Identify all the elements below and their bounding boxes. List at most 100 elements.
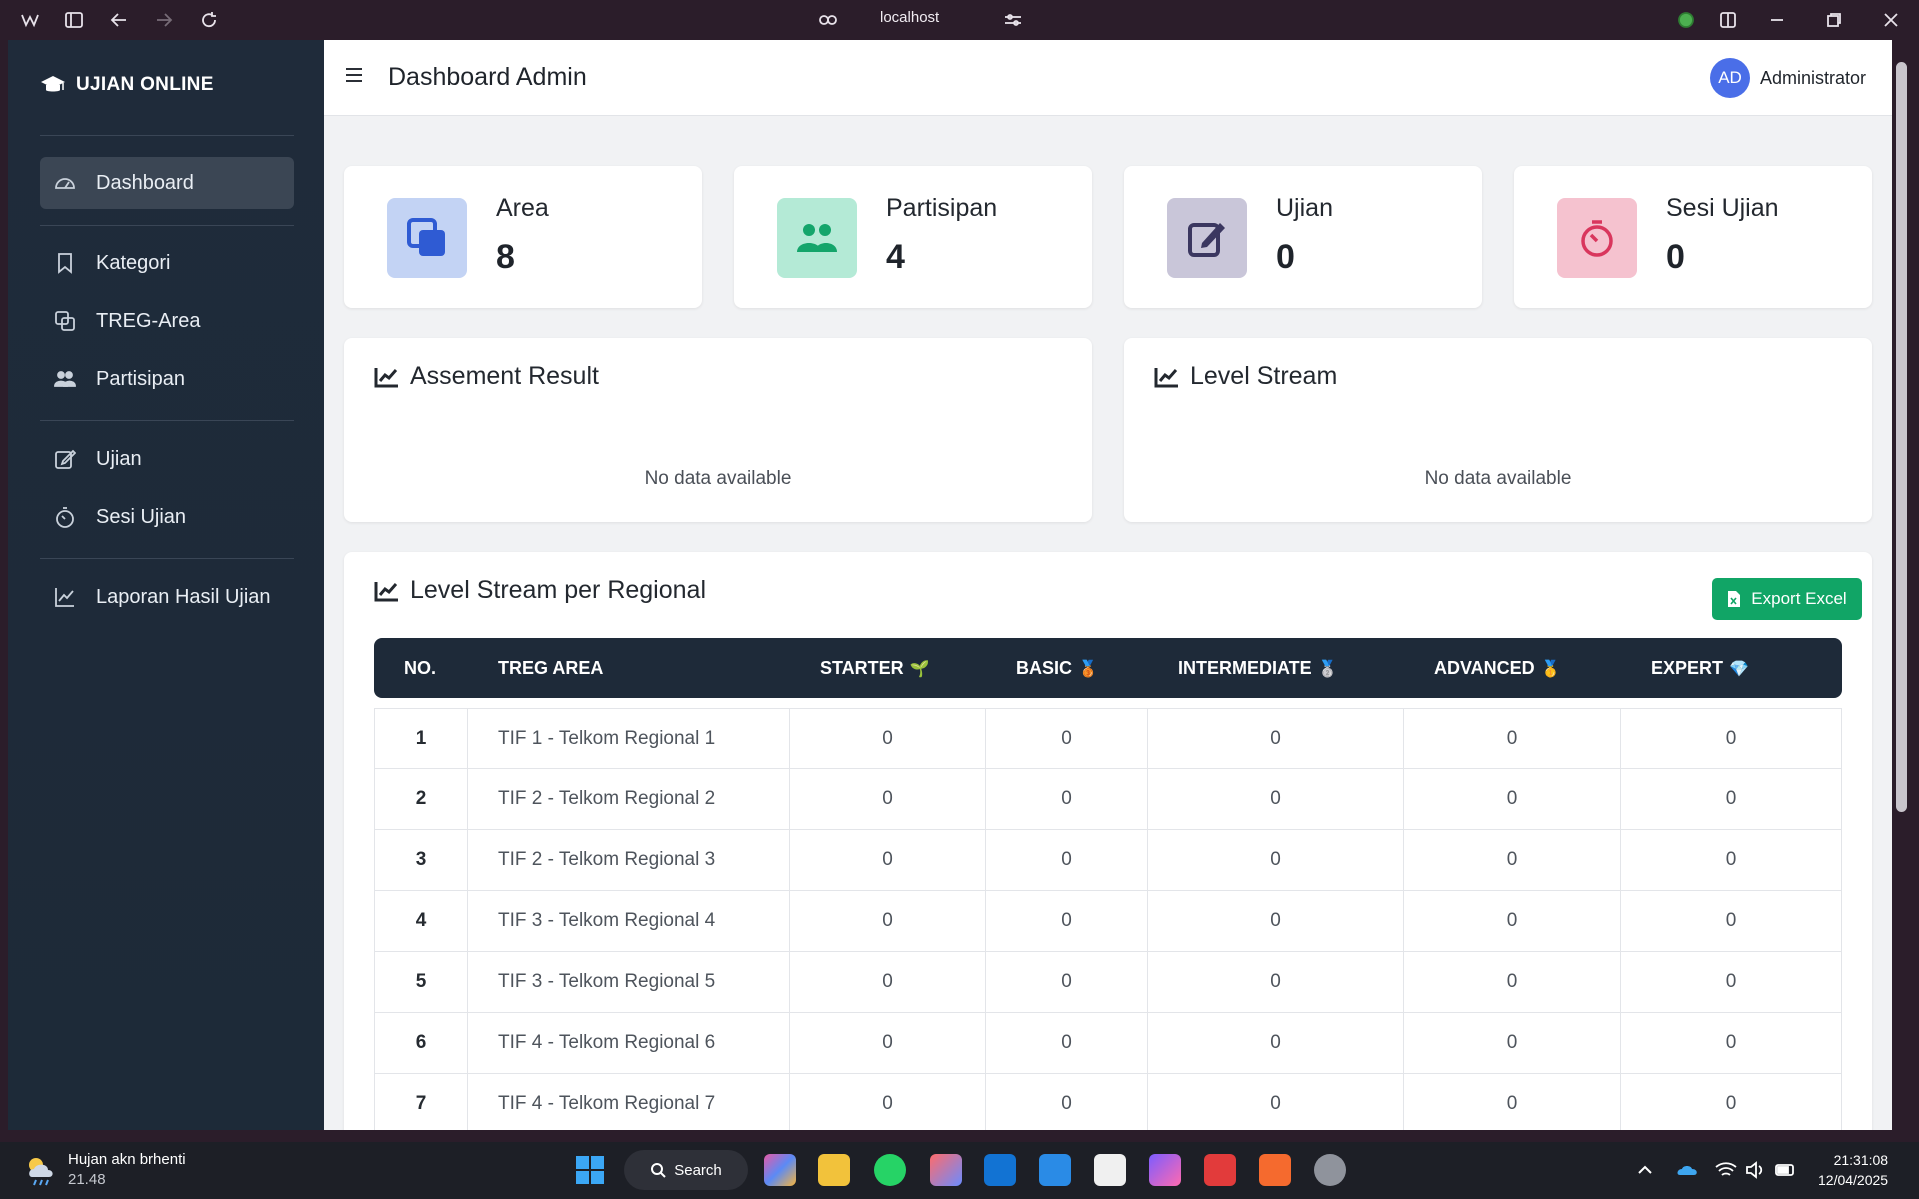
edit-icon <box>55 449 76 469</box>
chart-line-icon <box>1154 367 1178 387</box>
chart-line-icon <box>374 581 398 601</box>
browser-logo-icon[interactable] <box>18 8 42 32</box>
stat-card-sesi-ujian[interactable]: Sesi Ujian 0 <box>1514 166 1872 308</box>
sidebar-divider <box>40 225 294 226</box>
stat-value: 4 <box>886 238 905 276</box>
clock-date: 12/04/2025 <box>1818 1172 1889 1188</box>
xampp-icon[interactable] <box>1259 1154 1291 1186</box>
volume-icon[interactable] <box>1744 1154 1768 1186</box>
site-settings-icon[interactable] <box>1001 8 1025 32</box>
sidebar-item-kategori[interactable]: Kategori <box>40 237 294 289</box>
sidebar-divider <box>40 420 294 421</box>
onedrive-icon[interactable] <box>1676 1154 1700 1186</box>
column-header[interactable]: ADVANCED 🥇 <box>1404 638 1621 698</box>
taskbar-clock[interactable]: 21:31:08 12/04/2025 <box>1818 1150 1888 1190</box>
column-header[interactable]: INTERMEDIATE 🥈 <box>1148 638 1404 698</box>
edit-icon <box>1167 198 1247 278</box>
sidebar-item-label: Dashboard <box>96 171 194 194</box>
browser-app-icon[interactable] <box>930 1154 962 1186</box>
sidebar-item-treg-area[interactable]: TREG-Area <box>40 295 294 347</box>
bookmark-icon <box>58 253 72 274</box>
reload-icon[interactable] <box>197 8 221 32</box>
whatsapp-icon[interactable] <box>874 1154 906 1186</box>
file-explorer-icon[interactable] <box>818 1154 850 1186</box>
outlook-icon[interactable] <box>984 1154 1016 1186</box>
sidebar-item-partisipan[interactable]: Partisipan <box>40 353 294 405</box>
seedling-icon: 🌱 <box>909 660 930 678</box>
stat-card-partisipan[interactable]: Partisipan 4 <box>734 166 1092 308</box>
users-icon <box>54 371 76 387</box>
user-name[interactable]: Administrator <box>1760 68 1866 89</box>
table-row: 7 TIF 4 - Telkom Regional 7 0 0 0 0 0 <box>374 1074 1842 1130</box>
weather-widget[interactable]: Hujan akn brhenti 21.48 <box>24 1150 186 1190</box>
vscode-icon[interactable] <box>1039 1154 1071 1186</box>
stat-card-area[interactable]: Area 8 <box>344 166 702 308</box>
empty-state: No data available <box>644 468 792 489</box>
users-icon <box>777 198 857 278</box>
clone-icon <box>55 311 75 331</box>
sidebar-item-label: Laporan Hasil Ujian <box>96 585 271 608</box>
column-header[interactable]: STARTER 🌱 <box>790 638 986 698</box>
sidebar-divider <box>40 135 294 136</box>
settings-gear-icon[interactable] <box>1314 1154 1346 1186</box>
brand[interactable]: UJIAN ONLINE <box>40 74 214 96</box>
sidebar-divider <box>40 558 294 559</box>
os-taskbar: Hujan akn brhenti 21.48 Search 21:31:08 … <box>0 1142 1919 1199</box>
windows-start-icon[interactable] <box>574 1154 606 1186</box>
topbar: Dashboard Admin AD Administrator <box>324 40 1892 116</box>
table-header-row: NO. TREG AREA STARTER 🌱 BASIC 🥉 INTERMEDIA… <box>374 638 1842 698</box>
page-scrollbar[interactable] <box>1892 40 1911 1130</box>
file-excel-icon <box>1728 591 1741 607</box>
notion-icon[interactable] <box>1094 1154 1126 1186</box>
hamburger-icon[interactable] <box>344 66 366 88</box>
back-icon[interactable] <box>107 8 131 32</box>
scrollbar-thumb[interactable] <box>1896 62 1907 812</box>
table-row: 3 TIF 2 - Telkom Regional 3 0 0 0 0 0 <box>374 830 1842 891</box>
weather-value: 21.48 <box>68 1171 106 1188</box>
column-header[interactable]: TREG AREA <box>468 638 790 698</box>
card-title: Assement Result <box>410 362 599 390</box>
card-title: Level Stream per Regional <box>410 576 706 604</box>
copilot-icon[interactable] <box>764 1154 796 1186</box>
sidebar-item-label: Ujian <box>96 447 142 470</box>
regional-card: Level Stream per Regional Export Excel N… <box>344 552 1872 1130</box>
main-content: Dashboard Admin AD Administrator Area 8 … <box>324 40 1892 1130</box>
chevron-up-icon[interactable] <box>1635 1154 1659 1186</box>
taskbar-search-button[interactable]: Search <box>624 1150 748 1190</box>
stopwatch-icon <box>1557 198 1637 278</box>
page-title: Dashboard Admin <box>388 63 587 91</box>
battery-icon[interactable] <box>1774 1154 1798 1186</box>
close-icon[interactable] <box>1879 8 1903 32</box>
extension-icon[interactable] <box>1674 8 1698 32</box>
sidebar-item-label: Kategori <box>96 251 171 274</box>
split-view-icon[interactable] <box>1716 8 1740 32</box>
clickup-icon[interactable] <box>1149 1154 1181 1186</box>
avatar[interactable]: AD <box>1710 58 1750 98</box>
restore-icon[interactable] <box>1822 8 1846 32</box>
clock-time: 21:31:08 <box>1833 1152 1889 1168</box>
search-label: Search <box>674 1161 722 1179</box>
browser-titlebar: localhost <box>0 0 1919 40</box>
address-bar[interactable]: localhost <box>880 9 939 26</box>
gem-icon: 💎 <box>1729 660 1749 678</box>
sidebar-item-ujian[interactable]: Ujian <box>40 433 294 485</box>
column-header[interactable]: NO. <box>374 638 468 698</box>
minimize-icon[interactable] <box>1765 8 1789 32</box>
pdf-reader-icon[interactable] <box>1204 1154 1236 1186</box>
forward-icon[interactable] <box>152 8 176 32</box>
sidebar-item-dashboard[interactable]: Dashboard <box>40 157 294 209</box>
wifi-icon[interactable] <box>1714 1154 1738 1186</box>
export-excel-button[interactable]: Export Excel <box>1712 578 1862 620</box>
clone-icon <box>387 198 467 278</box>
column-header[interactable]: BASIC 🥉 <box>986 638 1148 698</box>
link-icon[interactable] <box>816 8 840 32</box>
sidebar-item-laporan[interactable]: Laporan Hasil Ujian <box>40 571 294 623</box>
empty-state: No data available <box>1424 468 1572 489</box>
bronze-medal-icon: 🥉 <box>1078 660 1098 678</box>
stat-label: Sesi Ujian <box>1666 194 1779 222</box>
stat-value: 0 <box>1666 238 1685 276</box>
stat-card-ujian[interactable]: Ujian 0 <box>1124 166 1482 308</box>
column-header[interactable]: EXPERT 💎 <box>1621 638 1842 698</box>
sidebar-item-sesi-ujian[interactable]: Sesi Ujian <box>40 491 294 543</box>
sidebar-toggle-icon[interactable] <box>62 8 86 32</box>
